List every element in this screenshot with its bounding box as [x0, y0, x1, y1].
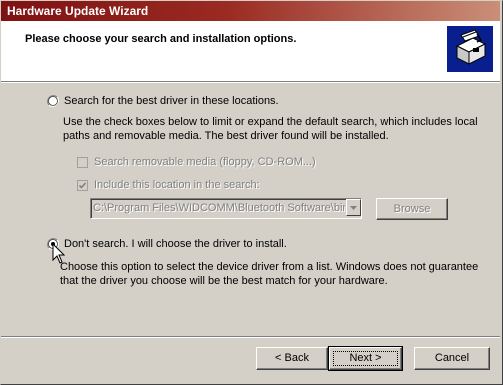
- browse-button-label: Browse: [393, 203, 431, 215]
- back-button-label: < Back: [275, 352, 309, 364]
- browse-button: Browse: [376, 198, 448, 220]
- mouse-cursor-icon: [52, 242, 66, 268]
- cancel-button[interactable]: Cancel: [414, 347, 490, 370]
- removable-media-label: Search removable media (floppy, CD-ROM..…: [94, 156, 316, 168]
- header-separator: [1, 81, 500, 83]
- location-value: C:\Program Files\WIDCOMM\Bluetooth Softw…: [93, 202, 345, 214]
- window-title: Hardware Update Wizard: [7, 4, 149, 18]
- chevron-down-icon: [346, 199, 361, 216]
- dont-search-option-label[interactable]: Don't search. I will choose the driver t…: [64, 238, 287, 250]
- location-combobox: C:\Program Files\WIDCOMM\Bluetooth Softw…: [90, 198, 362, 219]
- wizard-header: Please choose your search and installati…: [1, 21, 500, 81]
- search-option-label[interactable]: Search for the best driver in these loca…: [64, 95, 279, 107]
- include-location-label: Include this location in the search:: [94, 179, 260, 191]
- search-option-radio[interactable]: [47, 95, 59, 107]
- next-button[interactable]: Next >: [328, 346, 403, 371]
- hardware-wizard-icon: [447, 26, 493, 72]
- title-bar[interactable]: Hardware Update Wizard: [1, 1, 500, 21]
- footer-separator: [1, 336, 500, 338]
- removable-media-checkbox: [77, 157, 88, 168]
- cancel-button-label: Cancel: [434, 352, 470, 364]
- include-location-checkbox: [77, 180, 88, 191]
- back-button[interactable]: < Back: [256, 347, 328, 370]
- page-heading: Please choose your search and installati…: [25, 33, 297, 45]
- dont-search-option-description: Choose this option to select the device …: [60, 261, 479, 287]
- search-option-description: Use the check boxes below to limit or ex…: [63, 116, 478, 142]
